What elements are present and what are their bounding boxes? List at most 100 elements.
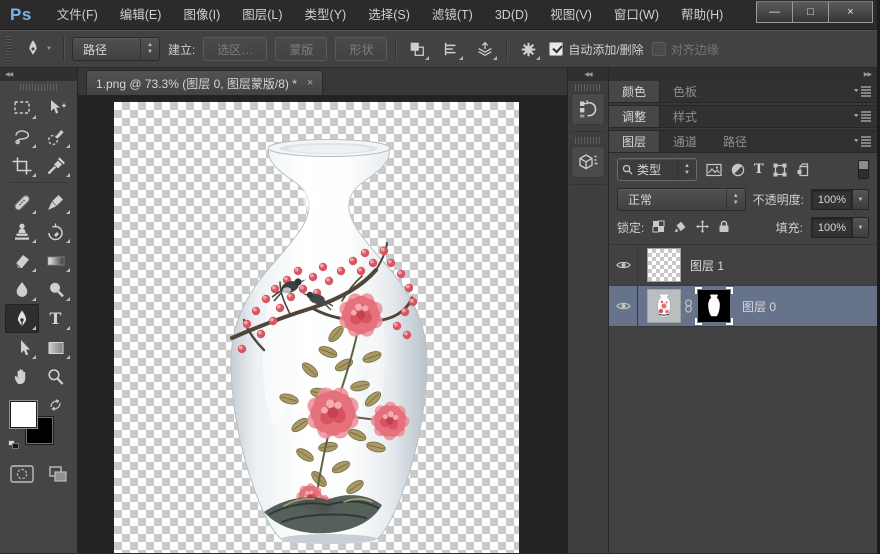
rectangle-tool[interactable] xyxy=(39,333,73,362)
minimize-button[interactable]: — xyxy=(756,1,793,23)
opacity-dropdown-icon[interactable]: ▼ xyxy=(853,189,869,210)
layer-filtering-toggle[interactable] xyxy=(858,160,869,179)
make-mask-button[interactable]: 蒙版 xyxy=(275,37,327,61)
quick-mask-mode-button[interactable] xyxy=(10,465,34,486)
blur-tool[interactable] xyxy=(5,275,39,304)
path-operations-button[interactable] xyxy=(404,37,430,61)
make-label: 建立: xyxy=(168,41,195,58)
filter-pixel-layers-icon[interactable] xyxy=(706,163,722,177)
tab-styles[interactable]: 样式 xyxy=(660,106,710,127)
layer1-thumbnail[interactable] xyxy=(647,248,681,282)
layer-filter-row: 类型 ▲▼ T xyxy=(609,153,877,185)
menu-select[interactable]: 选择(S) xyxy=(357,0,421,30)
lasso-tool[interactable] xyxy=(5,122,39,151)
layer0-mask-thumbnail[interactable] xyxy=(695,287,733,325)
mask-link-icon[interactable] xyxy=(681,299,695,313)
maximize-button[interactable]: □ xyxy=(792,1,829,23)
make-selection-button[interactable]: 选区… xyxy=(203,37,267,61)
menu-window[interactable]: 窗口(W) xyxy=(603,0,670,30)
screen-mode-button[interactable] xyxy=(48,465,68,486)
brush-tool[interactable] xyxy=(39,188,73,217)
eyedropper-tool[interactable] xyxy=(39,151,73,180)
blend-mode-select[interactable]: 正常 ▲▼ xyxy=(617,188,746,211)
default-colors-icon[interactable] xyxy=(8,440,21,451)
close-button[interactable]: × xyxy=(828,1,873,23)
lock-pixels-icon[interactable] xyxy=(674,220,687,236)
options-gripper[interactable] xyxy=(6,36,11,62)
toolbar-gripper[interactable] xyxy=(20,84,58,91)
tab-color[interactable]: 颜色 xyxy=(609,81,660,102)
fill-input[interactable]: 100% xyxy=(811,217,853,238)
filter-shape-layers-icon[interactable] xyxy=(773,163,787,177)
quick-selection-tool[interactable] xyxy=(39,122,73,151)
canvas[interactable] xyxy=(78,96,567,553)
document-canvas[interactable] xyxy=(114,102,519,553)
menu-filter[interactable]: 滤镜(T) xyxy=(421,0,484,30)
dock-expand[interactable]: ◀◀ xyxy=(568,68,608,81)
path-alignment-button[interactable] xyxy=(438,37,464,61)
menu-type[interactable]: 类型(Y) xyxy=(294,0,358,30)
filter-type-layers-icon[interactable]: T xyxy=(754,163,764,176)
path-arrangement-button[interactable] xyxy=(472,37,498,61)
lock-transparency-icon[interactable] xyxy=(652,220,665,236)
lock-position-icon[interactable] xyxy=(696,220,709,236)
eraser-tool[interactable] xyxy=(5,246,39,275)
auto-add-delete-checkbox[interactable]: 自动添加/删除 xyxy=(549,41,643,58)
opacity-input[interactable]: 100% xyxy=(811,189,853,210)
layer-row-1[interactable]: 图层 1 xyxy=(609,245,877,286)
layer0-visibility-toggle[interactable] xyxy=(609,286,638,326)
menu-edit[interactable]: 编辑(E) xyxy=(109,0,173,30)
layer1-name[interactable]: 图层 1 xyxy=(690,257,724,274)
layer-filter-type-select[interactable]: 类型 ▲▼ xyxy=(617,158,697,181)
tab-adjustments[interactable]: 调整 xyxy=(609,106,660,127)
menu-3d[interactable]: 3D(D) xyxy=(484,0,539,30)
zoom-tool[interactable] xyxy=(39,362,73,391)
tab-swatches[interactable]: 色板 xyxy=(660,81,710,102)
pen-tool[interactable] xyxy=(5,304,39,333)
toolbar-collapse[interactable]: ◀◀ xyxy=(0,68,77,81)
tools-panel: ◀◀ xyxy=(0,68,78,553)
clone-stamp-tool[interactable] xyxy=(5,217,39,246)
panel-menu-icon[interactable] xyxy=(854,81,871,102)
hand-tool[interactable] xyxy=(5,362,39,391)
dodge-tool[interactable] xyxy=(39,275,73,304)
fill-dropdown-icon[interactable]: ▼ xyxy=(853,217,869,238)
swap-colors-icon[interactable] xyxy=(49,399,62,414)
move-tool[interactable] xyxy=(39,93,73,122)
3d-panel-button[interactable] xyxy=(571,146,605,178)
filter-smart-objects-icon[interactable] xyxy=(796,162,811,177)
document-tab[interactable]: 1.png @ 73.3% (图层 0, 图层蒙版/8) * × xyxy=(86,70,323,95)
layer0-name[interactable]: 图层 0 xyxy=(742,298,776,315)
filter-adjustment-layers-icon[interactable] xyxy=(731,163,745,177)
gear-icon[interactable] xyxy=(515,37,541,61)
foreground-color-swatch[interactable] xyxy=(10,401,37,428)
menu-file[interactable]: 文件(F) xyxy=(46,0,109,30)
spot-healing-brush-tool[interactable] xyxy=(5,188,39,217)
tab-channels[interactable]: 通道 xyxy=(660,131,710,152)
tab-layers[interactable]: 图层 xyxy=(609,131,660,152)
history-panel-button[interactable] xyxy=(571,93,605,125)
panel-menu-icon[interactable] xyxy=(854,131,871,152)
lock-all-icon[interactable] xyxy=(718,220,730,236)
menu-layer[interactable]: 图层(L) xyxy=(231,0,293,30)
menu-image[interactable]: 图像(I) xyxy=(172,0,231,30)
type-tool[interactable]: T xyxy=(39,304,73,333)
updown-icon: ▲▼ xyxy=(726,189,745,210)
path-selection-tool[interactable] xyxy=(5,333,39,362)
gradient-tool[interactable] xyxy=(39,246,73,275)
layer-row-0[interactable]: 图层 0 xyxy=(609,286,877,327)
dock-collapse[interactable]: ▶▶ xyxy=(609,68,877,81)
pick-tool-mode-select[interactable]: 路径 ▲▼ xyxy=(72,37,160,61)
menu-help[interactable]: 帮助(H) xyxy=(670,0,734,30)
layer1-visibility-toggle[interactable] xyxy=(609,245,638,285)
tab-close-icon[interactable]: × xyxy=(307,77,313,89)
rectangular-marquee-tool[interactable] xyxy=(5,93,39,122)
history-brush-tool[interactable] xyxy=(39,217,73,246)
tab-paths[interactable]: 路径 xyxy=(710,131,760,152)
tool-preset-pen[interactable]: ▼ xyxy=(19,36,55,63)
menu-view[interactable]: 视图(V) xyxy=(539,0,603,30)
crop-tool[interactable] xyxy=(5,151,39,180)
make-shape-button[interactable]: 形状 xyxy=(335,37,387,61)
layer0-thumbnail[interactable] xyxy=(647,289,681,323)
panel-menu-icon[interactable] xyxy=(854,106,871,127)
